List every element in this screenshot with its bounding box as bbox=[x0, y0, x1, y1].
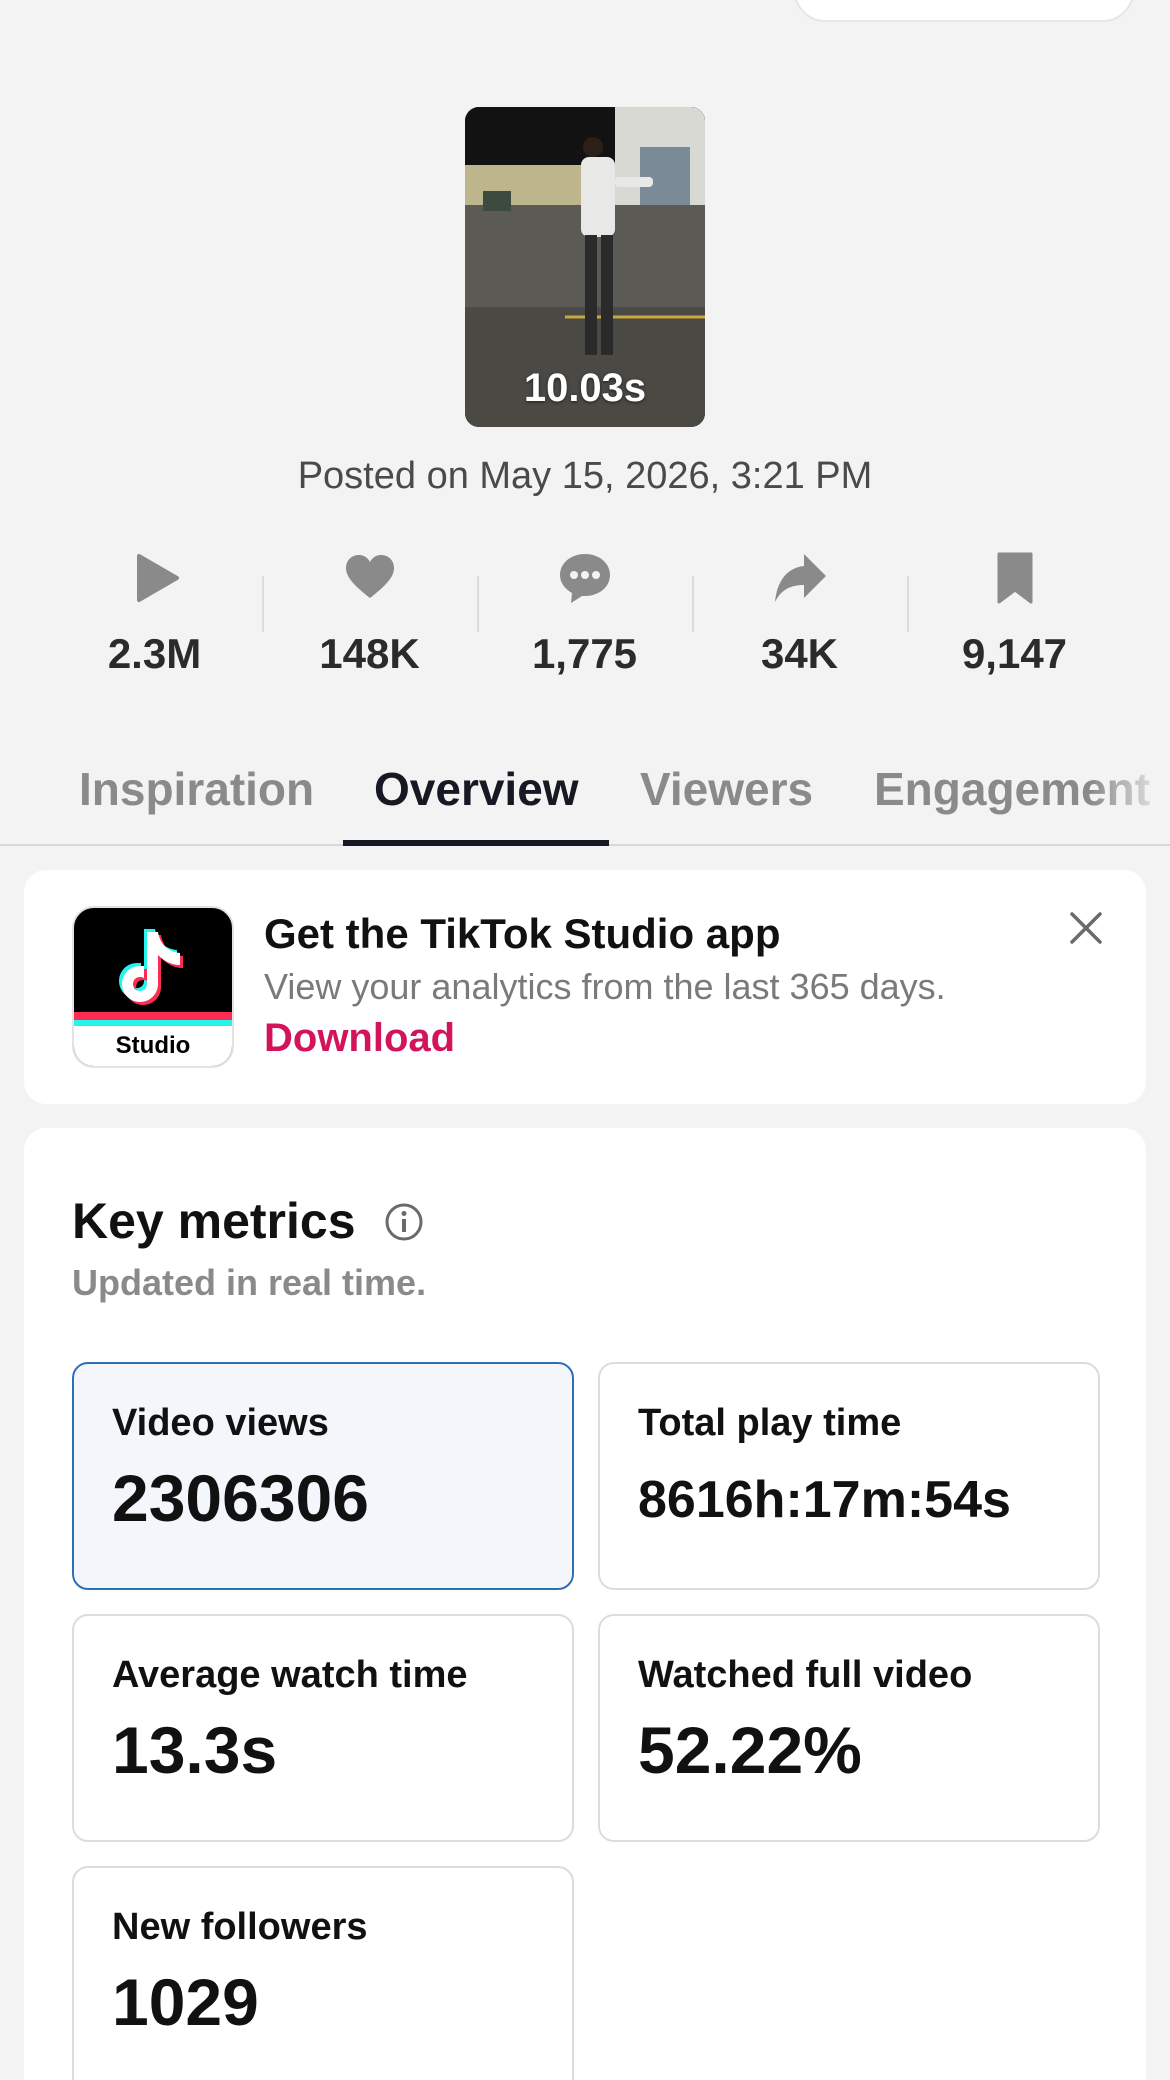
bookmark-icon bbox=[997, 552, 1032, 604]
stat-value: 1,775 bbox=[531, 630, 638, 677]
close-icon bbox=[1070, 912, 1102, 944]
key-metrics-card: Key metrics Updated in real time. Video … bbox=[24, 1128, 1146, 2080]
video-thumbnail[interactable]: 10.03s bbox=[465, 107, 705, 427]
logo-red-band bbox=[74, 1012, 232, 1020]
heart-icon bbox=[345, 555, 394, 598]
stat-value: 2.3M bbox=[107, 630, 202, 677]
metric-card-watched-full-video[interactable]: Watched full video 52.22% bbox=[598, 1614, 1100, 1842]
metric-card-video-views[interactable]: Video views 2306306 bbox=[72, 1362, 574, 1590]
metric-label: Total play time bbox=[638, 1402, 902, 1444]
comment-icon bbox=[559, 554, 610, 603]
tiktok-studio-logo: Studio bbox=[72, 906, 234, 1068]
stat-shares: 34K bbox=[692, 550, 907, 678]
share-icon bbox=[774, 554, 826, 602]
stat-value: 9,147 bbox=[961, 630, 1068, 677]
info-icon[interactable] bbox=[384, 1202, 424, 1242]
promo-subtitle: View your analytics from the last 365 da… bbox=[264, 966, 946, 1007]
chevron-left-icon bbox=[50, 0, 90, 10]
metric-label: Watched full video bbox=[638, 1654, 973, 1696]
studio-app-promo-card: Studio Get the TikTok Studio app View yo… bbox=[24, 870, 1146, 1104]
key-metrics-subtitle: Updated in real time. bbox=[72, 1262, 427, 1303]
tab-inspiration[interactable]: Inspiration bbox=[79, 762, 314, 816]
metric-card-average-watch-time[interactable]: Average watch time 13.3s bbox=[72, 1614, 574, 1842]
active-tab-indicator bbox=[343, 840, 609, 846]
posted-date: Posted on May 15, 2026, 3:21 PM bbox=[297, 455, 873, 497]
metric-value: 2306306 bbox=[112, 1461, 369, 1535]
key-metrics-title: Key metrics bbox=[72, 1193, 356, 1249]
tab-scroll-fade bbox=[1090, 740, 1170, 844]
metric-value: 52.22% bbox=[638, 1713, 862, 1787]
stat-likes: 148K bbox=[262, 550, 477, 678]
engagement-stats-row: 2.3M 148K 1,775 34K 9,147 bbox=[0, 550, 1170, 690]
stat-value: 148K bbox=[319, 630, 420, 677]
metric-card-total-play-time[interactable]: Total play time 8616h:17m:54s bbox=[598, 1362, 1100, 1590]
metric-value: 8616h:17m:54s bbox=[638, 1471, 1011, 1529]
metric-card-new-followers[interactable]: New followers 1029 bbox=[72, 1866, 574, 2080]
metric-value: 13.3s bbox=[112, 1713, 278, 1787]
stat-value: 34K bbox=[760, 630, 839, 677]
metric-value: 1029 bbox=[112, 1965, 259, 2039]
video-duration: 10.03s bbox=[523, 366, 647, 410]
tiktok-note-icon bbox=[119, 929, 183, 1005]
top-action-pill[interactable] bbox=[794, 0, 1134, 22]
stat-comments: 1,775 bbox=[477, 550, 692, 678]
stat-views: 2.3M bbox=[47, 550, 262, 678]
tab-overview[interactable]: Overview bbox=[374, 762, 579, 816]
back-button[interactable] bbox=[50, 0, 110, 10]
metric-label: Average watch time bbox=[112, 1654, 468, 1696]
video-analytics-page: 10.03s Posted on May 15, 2026, 3:21 PM 2… bbox=[0, 0, 1170, 2080]
download-link[interactable]: Download bbox=[264, 1016, 455, 1061]
play-icon bbox=[136, 554, 179, 602]
logo-studio-label: Studio bbox=[115, 1032, 191, 1059]
tab-viewers[interactable]: Viewers bbox=[640, 762, 813, 816]
stat-saves: 9,147 bbox=[907, 550, 1122, 678]
metric-label: Video views bbox=[112, 1402, 329, 1444]
promo-title: Get the TikTok Studio app bbox=[264, 910, 781, 957]
close-promo-button[interactable] bbox=[1064, 906, 1108, 950]
analytics-tabs: Inspiration Overview Viewers Engagement bbox=[0, 740, 1170, 846]
metric-label: New followers bbox=[112, 1906, 368, 1948]
